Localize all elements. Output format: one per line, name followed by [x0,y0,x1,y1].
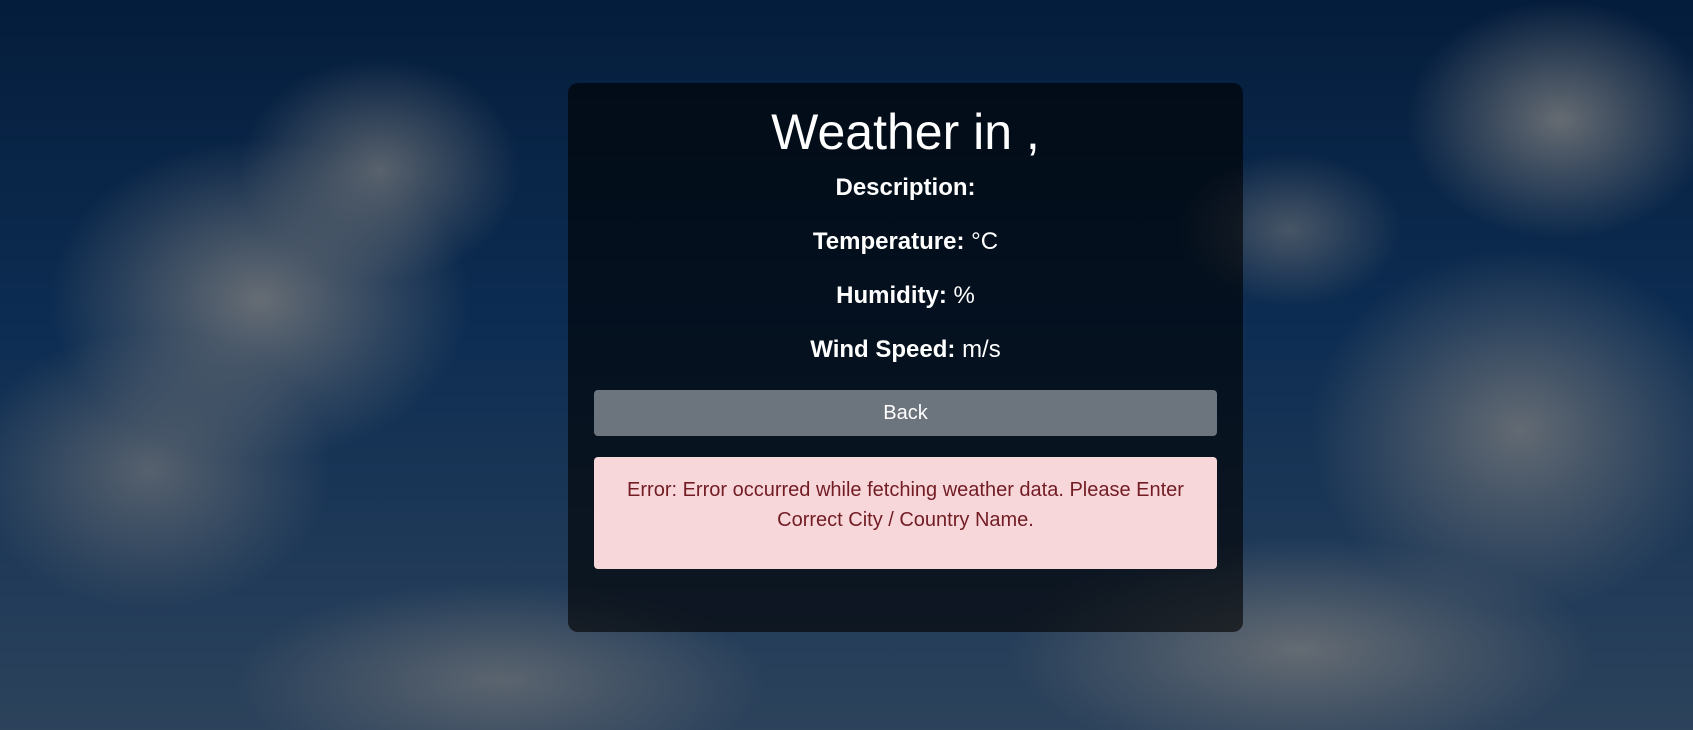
error-alert: Error: Error occurred while fetching wea… [594,457,1217,569]
weather-title: Weather in , [771,104,1040,160]
temperature-label: Temperature: [812,228,965,255]
humidity-row: Humidity: % [594,284,1217,308]
description-row: Description: [594,176,1217,200]
wind-speed-row: Wind Speed: m/s [594,338,1217,362]
description-label: Description: [835,174,976,201]
humidity-value: % [953,282,975,309]
wind-speed-value: m/s [962,336,1001,363]
temperature-value: °C [971,228,999,255]
temperature-row: Temperature: °C [594,230,1217,254]
back-button[interactable]: Back [594,390,1217,436]
weather-card: Weather in , Description: Temperature: °… [568,83,1243,632]
humidity-label: Humidity: [836,282,947,309]
wind-speed-label: Wind Speed: [810,336,956,363]
